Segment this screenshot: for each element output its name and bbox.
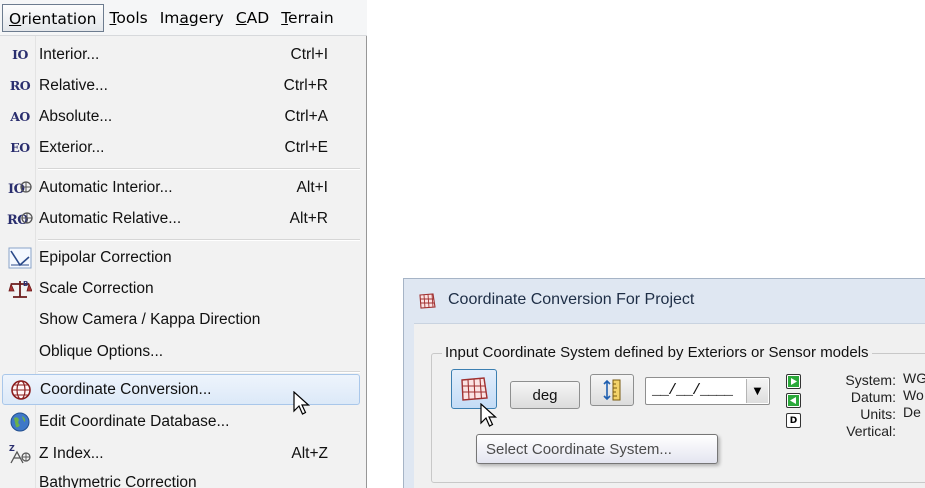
units-value: De bbox=[903, 404, 921, 420]
menu-item-scale-correction[interactable]: B Scale Correction bbox=[2, 273, 360, 304]
menu-item-label: Automatic Relative... bbox=[39, 209, 182, 227]
menu-item-label: Z Index... bbox=[39, 444, 104, 462]
menu-item-oblique-options[interactable]: Oblique Options... bbox=[2, 336, 360, 367]
menu-separator bbox=[38, 239, 360, 241]
menu-item-shortcut: Ctrl+I bbox=[290, 45, 328, 63]
menu-imagery[interactable]: Imagery bbox=[154, 4, 230, 32]
play-left-icon bbox=[788, 395, 799, 406]
groupbox-label: Input Coordinate System defined by Exter… bbox=[442, 344, 872, 361]
menu-item-shortcut: Alt+R bbox=[289, 209, 328, 227]
absolute-orientation-icon: AO bbox=[10, 109, 30, 124]
vertical-units-button[interactable] bbox=[590, 374, 634, 406]
menu-item-relative[interactable]: RO Relative... Ctrl+R bbox=[2, 70, 360, 101]
d-button[interactable]: D bbox=[786, 413, 801, 428]
scale-balance-icon: B bbox=[6, 277, 34, 301]
epipolar-icon bbox=[6, 246, 34, 270]
menu-item-interior[interactable]: IO Interior... Ctrl+I bbox=[2, 39, 360, 70]
grid-map-icon bbox=[419, 293, 436, 309]
mouse-pointer-icon bbox=[293, 391, 311, 415]
globe-grid-icon bbox=[7, 378, 35, 402]
previous-arrow-button[interactable] bbox=[786, 393, 801, 408]
datum-label: Datum: bbox=[850, 389, 896, 405]
menu-terrain[interactable]: Terrain bbox=[275, 4, 339, 32]
z-index-icon: Z bbox=[6, 442, 34, 466]
orientation-dropdown: IO Interior... Ctrl+I RO Relative... Ctr… bbox=[0, 36, 367, 488]
menu-item-label: Epipolar Correction bbox=[39, 248, 172, 266]
system-label: System: bbox=[845, 372, 896, 388]
menu-item-shortcut: Ctrl+E bbox=[284, 138, 329, 156]
menu-item-automatic-interior[interactable]: IO Automatic Interior... Alt+I bbox=[2, 172, 360, 203]
vertical-label: Vertical: bbox=[846, 423, 896, 439]
auto-interior-icon: IO bbox=[6, 176, 34, 200]
menu-item-label: Interior... bbox=[39, 45, 100, 63]
units-deg-button[interactable]: deg bbox=[510, 381, 580, 409]
grid-map-icon bbox=[461, 377, 488, 401]
deg-button-label: deg bbox=[532, 386, 558, 404]
globe-gear-icon bbox=[6, 410, 34, 434]
svg-text:Z: Z bbox=[9, 444, 15, 453]
menu-item-label: Oblique Options... bbox=[39, 342, 164, 360]
epoch-date-combobox[interactable]: __/__/____ ▼ bbox=[645, 377, 770, 405]
menu-item-shortcut: Ctrl+R bbox=[283, 76, 328, 94]
menu-orientation[interactable]: Orientation bbox=[2, 3, 104, 32]
menu-item-label: Show Camera / Kappa Direction bbox=[39, 310, 261, 328]
system-value: WG bbox=[903, 370, 925, 386]
relative-orientation-icon: RO bbox=[9, 78, 31, 93]
menu-item-show-camera-kappa[interactable]: Show Camera / Kappa Direction bbox=[2, 304, 360, 335]
menu-item-label: Automatic Interior... bbox=[39, 178, 173, 196]
menu-tools[interactable]: Tools bbox=[104, 4, 154, 32]
menu-item-automatic-relative[interactable]: RO Automatic Relative... Alt+R bbox=[2, 203, 360, 234]
mouse-pointer-icon bbox=[480, 403, 498, 427]
menu-item-z-index[interactable]: Z Z Index... Alt+Z bbox=[2, 438, 360, 469]
menu-item-label: Coordinate Conversion... bbox=[40, 380, 212, 398]
menu-separator bbox=[38, 371, 360, 373]
interior-orientation-icon: IO bbox=[12, 47, 28, 62]
next-arrow-button[interactable] bbox=[786, 374, 801, 389]
menu-item-absolute[interactable]: AO Absolute... Ctrl+A bbox=[2, 101, 360, 132]
menu-separator bbox=[38, 168, 360, 170]
menu-item-bathymetric-correction[interactable]: Bathymetric Correction bbox=[2, 470, 360, 488]
menu-item-shortcut: Alt+I bbox=[296, 178, 328, 196]
combobox-value: __/__/____ bbox=[652, 382, 733, 399]
auto-relative-icon: RO bbox=[6, 207, 34, 231]
menu-item-label: Bathymetric Correction bbox=[39, 474, 197, 488]
menu-item-shortcut: Ctrl+A bbox=[284, 107, 329, 125]
chevron-down-icon[interactable]: ▼ bbox=[746, 379, 768, 403]
svg-text:RO: RO bbox=[7, 213, 28, 228]
menu-item-label: Exterior... bbox=[39, 138, 105, 156]
menu-item-label: Relative... bbox=[39, 76, 108, 94]
dialog-title: Coordinate Conversion For Project bbox=[448, 291, 695, 308]
menu-item-label: Edit Coordinate Database... bbox=[39, 412, 230, 430]
menu-bar: Orientation Tools Imagery CAD Terrain bbox=[0, 0, 367, 36]
menu-cad[interactable]: CAD bbox=[230, 4, 275, 32]
menu-item-label: Scale Correction bbox=[39, 279, 154, 297]
svg-text:B: B bbox=[23, 280, 28, 288]
menu-item-shortcut: Alt+Z bbox=[291, 444, 328, 462]
datum-value: Wo bbox=[903, 387, 924, 403]
menu-item-exterior[interactable]: EO Exterior... Ctrl+E bbox=[2, 132, 360, 163]
play-right-icon bbox=[788, 376, 799, 387]
menu-item-label: Absolute... bbox=[39, 107, 113, 125]
menu-item-epipolar-correction[interactable]: Epipolar Correction bbox=[2, 242, 360, 273]
d-button-label: D bbox=[789, 415, 798, 426]
exterior-orientation-icon: EO bbox=[10, 140, 30, 155]
tooltip-text: Select Coordinate System... bbox=[486, 440, 672, 458]
dialog-title-bar: Coordinate Conversion For Project bbox=[404, 279, 925, 323]
vertical-ruler-icon bbox=[603, 379, 621, 401]
tooltip: Select Coordinate System... bbox=[476, 434, 718, 464]
units-label: Units: bbox=[860, 406, 896, 422]
